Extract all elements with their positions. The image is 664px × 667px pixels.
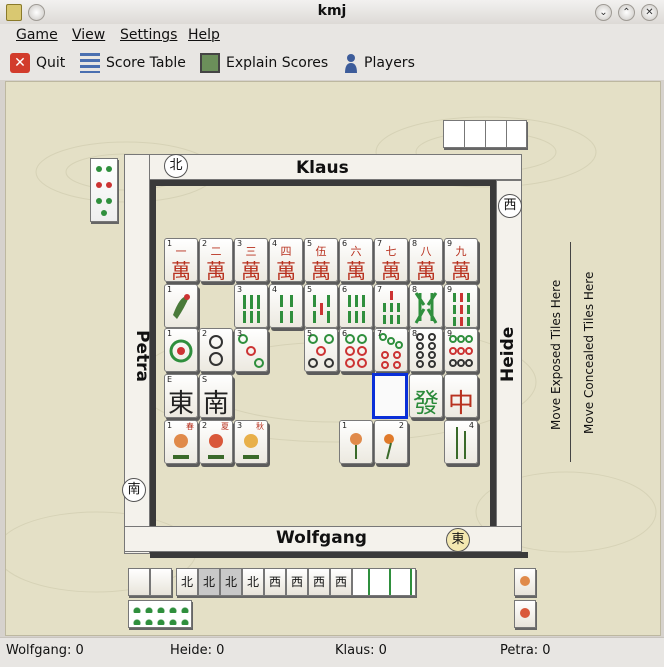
bamboo-tile[interactable]: 7	[374, 284, 408, 328]
character-tile[interactable]: 4四萬	[269, 238, 303, 282]
game-board[interactable]: Klaus Wolfgang Petra Heide 北 西 南 東 1一萬 2…	[5, 81, 661, 636]
character-tile[interactable]: 9九萬	[444, 238, 478, 282]
player-name-wolfgang: Wolfgang	[276, 528, 367, 548]
status-petra: Petra: 0	[500, 643, 551, 658]
minimize-button[interactable]: ⌄	[595, 4, 612, 21]
players-button[interactable]: Players	[344, 51, 415, 75]
flower-tile[interactable]: 3秋	[234, 420, 268, 464]
bamboo-tile[interactable]: 9	[444, 284, 478, 328]
quit-icon: ✕	[10, 53, 30, 73]
flower-tile-small[interactable]	[514, 568, 536, 596]
circles-tile-group[interactable]	[128, 600, 192, 628]
tile-back[interactable]	[150, 568, 172, 596]
explain-scores-label: Explain Scores	[226, 55, 329, 71]
wall-north-shadow	[150, 180, 522, 186]
flower-tile-small[interactable]	[514, 600, 536, 628]
menu-bar: Game View Settings Help	[0, 24, 664, 46]
circle-tile[interactable]: 2	[199, 328, 233, 372]
concealed-label: Move Concealed Tiles Here	[582, 271, 596, 434]
bamboo-tile[interactable]: 4	[269, 284, 303, 328]
flower-tile[interactable]: 2夏	[199, 420, 233, 464]
wind-tile-north[interactable]: 北	[242, 568, 264, 596]
score-table-label: Score Table	[106, 55, 186, 71]
circle-tile[interactable]: 5	[304, 328, 338, 372]
menu-view[interactable]: View	[72, 27, 105, 43]
tile-back[interactable]	[128, 568, 150, 596]
wind-tile-east[interactable]: E東	[164, 374, 198, 418]
wall-east-shadow	[490, 186, 496, 526]
character-tile[interactable]: 2二萬	[199, 238, 233, 282]
wind-tile-west[interactable]: 西	[286, 568, 308, 596]
flower-tile[interactable]: 2	[374, 420, 408, 464]
presentation-icon	[200, 53, 220, 73]
wind-tile-west[interactable]: 西	[308, 568, 330, 596]
tile-exposed-group[interactable]	[352, 568, 416, 596]
maximize-button[interactable]: ⌃	[618, 4, 635, 21]
character-tile[interactable]: 6六萬	[339, 238, 373, 282]
players-label: Players	[364, 55, 415, 71]
dragon-tile-green[interactable]: 發	[409, 374, 443, 418]
explain-scores-button[interactable]: Explain Scores	[200, 51, 328, 75]
wind-tile-west[interactable]: 西	[264, 568, 286, 596]
bamboo-tile[interactable]: 8	[409, 284, 443, 328]
bamboo-tile-bird[interactable]: 1	[164, 284, 198, 328]
drop-target-highlight[interactable]	[372, 373, 408, 419]
quit-label: Quit	[36, 55, 66, 71]
circle-tile[interactable]: 1	[164, 328, 198, 372]
bamboo-tile[interactable]: 3	[234, 284, 268, 328]
character-tile[interactable]: 7七萬	[374, 238, 408, 282]
flower-icon	[520, 608, 530, 618]
wind-disc-west: 南	[122, 478, 146, 502]
character-tile[interactable]: 3三萬	[234, 238, 268, 282]
tile-left-stack[interactable]	[90, 158, 118, 222]
wind-disc-east: 西	[498, 194, 522, 218]
wind-tile-west[interactable]: 西	[330, 568, 352, 596]
character-tile[interactable]: 1一萬	[164, 238, 198, 282]
status-heide: Heide: 0	[170, 643, 225, 658]
list-icon	[80, 53, 100, 73]
bamboo-tile[interactable]: 6	[339, 284, 373, 328]
status-wolfgang: Wolfgang: 0	[6, 643, 84, 658]
wind-disc-north: 北	[164, 154, 188, 178]
menu-help[interactable]: Help	[188, 27, 220, 43]
circle-tile[interactable]: 3	[234, 328, 268, 372]
toolbar: ✕ Quit Score Table Explain Scores Player…	[0, 46, 664, 80]
circle-tile[interactable]: 9	[444, 328, 478, 372]
wind-tile-south[interactable]: S南	[199, 374, 233, 418]
flower-tile[interactable]: 4	[444, 420, 478, 464]
character-tile[interactable]: 5伍萬	[304, 238, 338, 282]
dragon-tile-red[interactable]: 中	[444, 374, 478, 418]
menu-game[interactable]: Game	[16, 27, 58, 43]
flower-tile[interactable]: 1春	[164, 420, 198, 464]
score-table-button[interactable]: Score Table	[80, 51, 186, 75]
wind-tile-north[interactable]: 北	[198, 568, 220, 596]
circle-tile[interactable]: 7	[374, 328, 408, 372]
wind-tile-north[interactable]: 北	[176, 568, 198, 596]
wall-south-shadow	[150, 552, 528, 558]
bamboo-tile[interactable]: 5	[304, 284, 338, 328]
wind-tile-north[interactable]: 北	[220, 568, 242, 596]
circle-tile[interactable]: 8	[409, 328, 443, 372]
status-bar: Wolfgang: 0 Heide: 0 Klaus: 0 Petra: 0	[0, 637, 664, 667]
exposed-label: Move Exposed Tiles Here	[549, 279, 563, 430]
player-name-heide: Heide	[498, 326, 518, 382]
status-klaus: Klaus: 0	[335, 643, 387, 658]
close-button[interactable]: ✕	[641, 4, 658, 21]
circle-tile[interactable]: 6	[339, 328, 373, 372]
tile-exposed-group[interactable]	[443, 120, 527, 148]
quit-button[interactable]: ✕ Quit	[10, 51, 65, 75]
title-bar: kmj ⌄ ⌃ ✕	[0, 0, 664, 25]
flower-icon	[520, 576, 530, 586]
flower-tile[interactable]: 1	[339, 420, 373, 464]
circles-tile-icon	[96, 166, 112, 216]
player-name-petra: Petra	[132, 330, 152, 382]
character-tile[interactable]: 8八萬	[409, 238, 443, 282]
menu-settings[interactable]: Settings	[120, 27, 177, 43]
player-name-klaus: Klaus	[296, 158, 349, 178]
user-icon	[344, 53, 358, 73]
window-title: kmj	[317, 3, 347, 19]
wind-disc-south: 東	[446, 528, 470, 552]
